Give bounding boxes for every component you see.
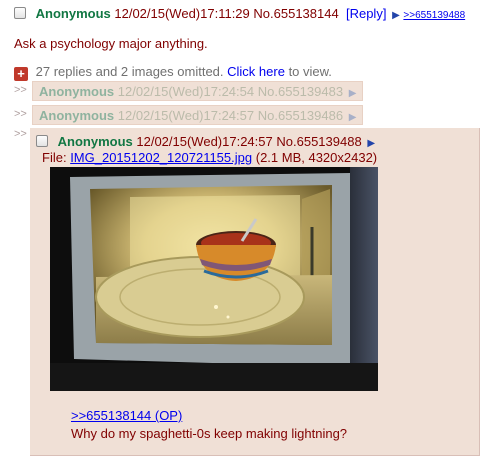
- op-post-header: Anonymous 12/02/15(Wed)17:11:29 No.65513…: [14, 6, 465, 21]
- quote-link[interactable]: >>655138144 (OP): [71, 408, 182, 423]
- hidden-reply[interactable]: Anonymous 12/02/15(Wed)17:24:54 No.65513…: [32, 81, 364, 101]
- side-arrows: >>: [14, 84, 27, 96]
- op-post-number[interactable]: No.655138144: [253, 6, 338, 21]
- omitted-suffix: to view.: [288, 64, 332, 79]
- reply-comment: Why do my spaghetti-0s keep making light…: [71, 426, 348, 441]
- side-arrows: >>: [14, 108, 27, 120]
- op-reply-bracket: [Reply]: [345, 6, 387, 21]
- hidden-reply-datetime: 12/02/15(Wed)17:24:54: [117, 84, 255, 99]
- reply-header: Anonymous 12/02/15(Wed)17:24:57 No.65513…: [36, 134, 375, 149]
- hidden-reply-arrow-icon[interactable]: ▶: [349, 112, 357, 123]
- reply-menu-arrow-icon[interactable]: ▶: [367, 138, 375, 149]
- side-arrows: >>: [14, 128, 27, 140]
- microwave-photo: [50, 167, 378, 391]
- op-comment: Ask a psychology major anything.: [14, 36, 208, 51]
- hidden-reply-number: No.655139486: [257, 108, 344, 123]
- omitted-text: 27 replies and 2 images omitted.: [35, 64, 224, 79]
- reply-datetime: 12/02/15(Wed)17:24:57: [136, 134, 273, 149]
- reply-poster-name: Anonymous: [57, 134, 133, 149]
- reply-select-checkbox[interactable]: [36, 135, 48, 147]
- file-label: File:: [42, 150, 67, 165]
- op-select-checkbox[interactable]: [14, 7, 26, 19]
- file-name-link[interactable]: IMG_20151202_120721155.jpg: [70, 150, 252, 165]
- file-info-line: File: IMG_20151202_120721155.jpg (2.1 MB…: [42, 150, 377, 165]
- op-backlink[interactable]: >>655139488: [403, 10, 465, 21]
- reply-post: Anonymous 12/02/15(Wed)17:24:57 No.65513…: [30, 128, 480, 456]
- omitted-notice: + 27 replies and 2 images omitted. Click…: [14, 64, 332, 81]
- expand-thread-icon[interactable]: +: [14, 67, 28, 81]
- image-thumbnail[interactable]: [50, 167, 378, 391]
- op-datetime: 12/02/15(Wed)17:11:29: [114, 6, 250, 21]
- op-menu-arrow-icon[interactable]: ▶: [392, 10, 400, 21]
- hidden-reply-datetime: 12/02/15(Wed)17:24:57: [117, 108, 255, 123]
- hidden-reply-number: No.655139483: [257, 84, 344, 99]
- file-meta: (2.1 MB, 4320x2432): [255, 150, 378, 165]
- expand-thread-link[interactable]: Click here: [227, 64, 285, 79]
- reply-post-number[interactable]: No.655139488: [276, 134, 361, 149]
- op-reply-link[interactable]: Reply: [350, 6, 383, 21]
- hidden-reply-name: Anonymous: [39, 84, 115, 99]
- hidden-reply-name: Anonymous: [39, 108, 115, 123]
- op-poster-name: Anonymous: [35, 6, 111, 21]
- hidden-reply-arrow-icon[interactable]: ▶: [349, 88, 357, 99]
- hidden-reply[interactable]: Anonymous 12/02/15(Wed)17:24:57 No.65513…: [32, 105, 364, 125]
